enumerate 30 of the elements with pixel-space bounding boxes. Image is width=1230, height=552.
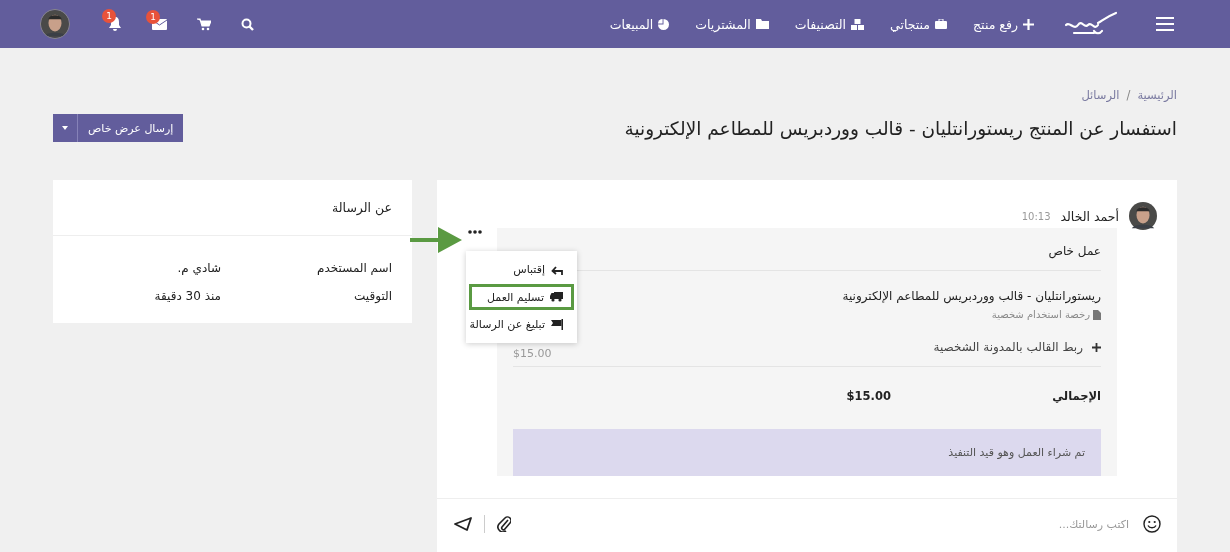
status-message: تم شراء العمل وهو قيد التنفيذ xyxy=(513,429,1101,476)
nav-link[interactable]: رفع منتج xyxy=(973,16,1034,32)
info-label: اسم المستخدم xyxy=(316,261,392,275)
nav-link[interactable]: التصنيفات xyxy=(794,16,865,32)
message-time: 10:13 xyxy=(1021,210,1051,222)
page-title: استفسار عن المنتج ريستورانتليان - قالب ووردبريس للمطاعم الإلكترونية xyxy=(624,117,1177,139)
extra-name: ربط القالب بالمدونة الشخصية xyxy=(933,340,1083,354)
menu-item[interactable]: تبليغ عن الرسالة xyxy=(469,311,574,338)
total-value: $15.00 xyxy=(846,389,891,403)
card-title: عن الرسالة xyxy=(53,180,412,236)
nav-link[interactable]: منتجاتي xyxy=(890,16,948,32)
message-input[interactable]: اكتب رسالتك... xyxy=(523,516,1131,532)
menu-item[interactable]: تسليم العمل xyxy=(469,284,574,310)
offer-button[interactable]: إرسال عرض خاص xyxy=(53,114,184,142)
info-label: التوقيت xyxy=(353,289,392,303)
nav-link[interactable]: المبيعات xyxy=(609,16,670,32)
nav-link[interactable]: المشتريات xyxy=(695,16,769,32)
total-label: الإجمالي xyxy=(1051,389,1101,403)
breadcrumb-link[interactable]: الرئيسية xyxy=(1137,88,1177,102)
extra-price: $15.00 xyxy=(513,347,552,360)
product-name: ريستورانتليان - قالب ووردبريس للمطاعم الإلكترونية xyxy=(842,289,1101,303)
breadcrumb-separator: / xyxy=(1126,88,1131,102)
sender-name: أحمد الخالد xyxy=(1060,208,1119,224)
count-badge: 1 xyxy=(146,10,160,24)
menu-item[interactable]: إقتباس xyxy=(469,256,574,283)
info-value: منذ 30 دقيقة xyxy=(153,289,221,303)
count-badge: 1 xyxy=(102,9,116,23)
info-value: شادي م. xyxy=(176,261,221,275)
breadcrumb-link[interactable]: الرسائل xyxy=(1081,88,1120,102)
license-type: رخصة استخدام شخصية xyxy=(991,309,1090,320)
